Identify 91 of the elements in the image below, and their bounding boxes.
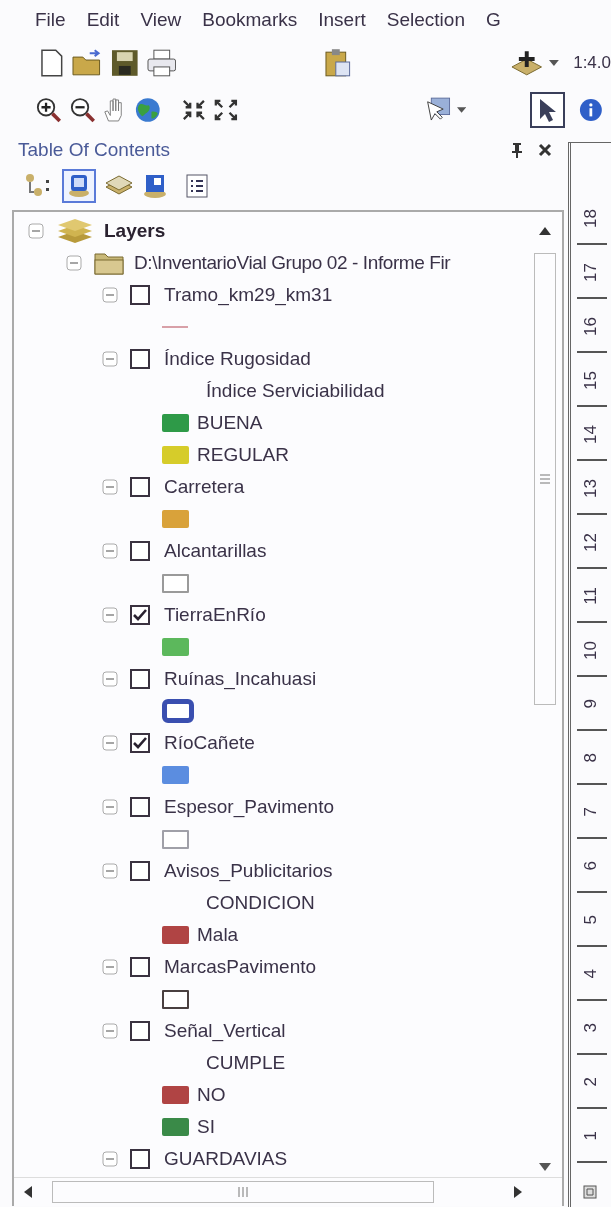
checkbox[interactable] <box>130 669 150 689</box>
legend-heading: CONDICION <box>206 892 315 914</box>
layer-name[interactable]: Carretera <box>164 476 245 498</box>
fixed-zoom-out-icon[interactable] <box>214 98 238 122</box>
layer-name[interactable]: Ruínas_Incahuasi <box>164 668 317 690</box>
ruler-number: 6 <box>581 861 601 871</box>
menu-item[interactable]: G <box>485 9 501 31</box>
ruler-number: 7 <box>581 807 601 817</box>
tree-item[interactable]: Layers <box>104 220 166 242</box>
zoom-in-icon[interactable] <box>36 96 62 124</box>
layer-name[interactable]: Espesor_Pavimento <box>164 796 335 818</box>
list-by-selection-icon[interactable] <box>142 173 168 199</box>
scroll-thumb[interactable] <box>534 253 556 705</box>
legend-heading: CUMPLE <box>206 1052 286 1074</box>
ruler-number: 18 <box>581 208 601 228</box>
menu-item[interactable]: Edit <box>86 9 120 31</box>
ruler-number: 14 <box>581 424 601 444</box>
fixed-zoom-in-icon[interactable] <box>182 98 207 122</box>
layer-name[interactable]: Avisos_Publicitarios <box>164 860 333 882</box>
ruler-number: 9 <box>581 699 601 709</box>
scroll-right-icon[interactable] <box>514 1186 522 1198</box>
zoom-out-icon[interactable] <box>69 96 96 124</box>
scroll-up-icon[interactable] <box>539 227 551 235</box>
checkbox[interactable] <box>130 733 150 753</box>
grid-icon[interactable] <box>583 1185 597 1199</box>
scroll-thumb[interactable] <box>52 1181 434 1203</box>
checkbox[interactable] <box>130 1021 150 1041</box>
print-icon[interactable] <box>146 49 177 77</box>
checkbox[interactable] <box>130 605 150 625</box>
checkbox[interactable] <box>130 477 150 497</box>
legend-label: SI <box>197 1116 215 1138</box>
database-icon <box>67 173 91 199</box>
ruler-number: 13 <box>581 478 601 498</box>
scroll-left-icon[interactable] <box>24 1186 32 1198</box>
layer-name[interactable]: MarcasPavimento <box>164 956 317 978</box>
pin-icon[interactable] <box>510 142 524 158</box>
checkbox[interactable] <box>130 1149 150 1169</box>
new-document-icon[interactable] <box>40 49 64 77</box>
map-scale[interactable]: 1:4.0 <box>573 53 611 73</box>
checkbox[interactable] <box>130 285 150 305</box>
folder-icon <box>94 251 124 275</box>
layer-name[interactable]: Señal_Vertical <box>164 1020 286 1042</box>
ruler-number: 5 <box>581 915 601 925</box>
checkbox[interactable] <box>130 349 150 369</box>
menu-item[interactable]: Bookmarks <box>202 9 298 31</box>
checkbox[interactable] <box>130 861 150 881</box>
menu-item[interactable]: File <box>35 9 66 31</box>
legend-label: BUENA <box>197 412 263 434</box>
save-icon[interactable] <box>111 49 139 77</box>
layers-icon <box>56 217 94 245</box>
legend-label: REGULAR <box>197 444 289 466</box>
ruler-number: 15 <box>581 370 601 390</box>
layer-name[interactable]: Alcantarillas <box>164 540 267 562</box>
menu-item[interactable]: View <box>140 9 182 31</box>
list-by-source-button[interactable] <box>62 169 96 203</box>
checkbox[interactable] <box>130 957 150 977</box>
ruler-number: 16 <box>581 316 601 336</box>
menu-item[interactable]: Insert <box>318 9 366 31</box>
checkbox[interactable] <box>130 797 150 817</box>
globe-icon[interactable] <box>134 96 161 124</box>
layer-name[interactable]: Tramo_km29_km31 <box>164 284 333 306</box>
horizontal-scrollbar[interactable] <box>14 1177 562 1206</box>
select-elements-button[interactable] <box>530 92 566 128</box>
ruler-number: 12 <box>581 532 601 552</box>
layer-name[interactable]: GUARDAVIAS <box>164 1148 288 1170</box>
ruler-number: 11 <box>581 587 601 605</box>
scroll-down-icon[interactable] <box>539 1163 551 1171</box>
paste-icon[interactable] <box>324 48 352 78</box>
checkbox[interactable] <box>130 541 150 561</box>
panel-title: Table Of Contents <box>18 139 172 161</box>
ruler-number: 8 <box>581 753 601 763</box>
layer-name[interactable]: Índice Rugosidad <box>164 348 311 370</box>
tree-item[interactable]: D:\InventarioVial Grupo 02 - Informe Fir <box>134 252 451 274</box>
legend-label: Mala <box>197 924 239 946</box>
ruler-number: 1 <box>581 1131 601 1141</box>
legend-heading: Índice Serviciabilidad <box>206 380 385 402</box>
ruler-number: 2 <box>581 1077 601 1087</box>
layer-name[interactable]: RíoCañete <box>164 732 255 754</box>
add-data-icon[interactable] <box>509 49 544 77</box>
close-icon[interactable] <box>538 143 552 157</box>
caret-icon[interactable] <box>549 60 560 66</box>
options-icon[interactable] <box>186 174 208 198</box>
ruler-number: 3 <box>581 1023 601 1033</box>
caret-icon[interactable] <box>457 107 467 113</box>
ruler-number: 4 <box>581 969 601 979</box>
ruler-number: 17 <box>581 262 601 282</box>
layer-name[interactable]: TierraEnRío <box>164 604 266 626</box>
identify-icon[interactable] <box>579 97 603 123</box>
ruler-number: 10 <box>581 640 601 660</box>
legend-label: NO <box>197 1084 226 1106</box>
menu-item[interactable]: Selection <box>386 9 465 31</box>
